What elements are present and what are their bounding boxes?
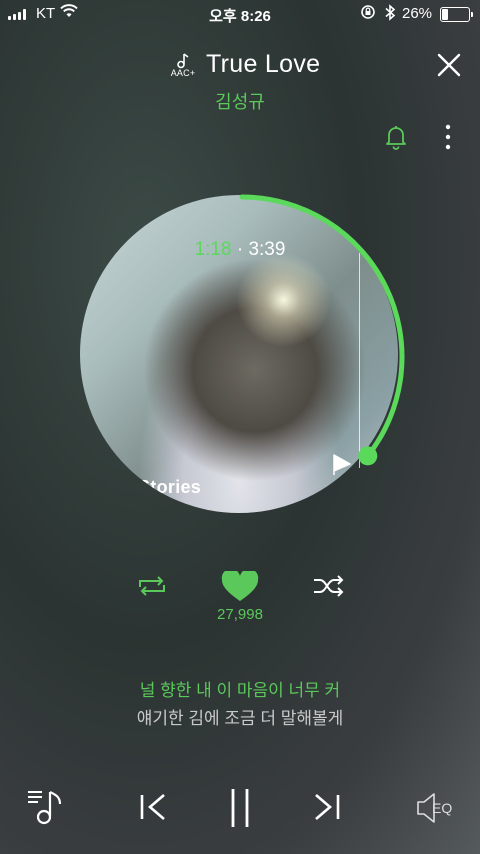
next-icon[interactable] [312, 792, 342, 822]
bluetooth-icon [384, 4, 396, 21]
previous-icon[interactable] [138, 792, 168, 822]
battery-icon [440, 7, 473, 22]
shuffle-icon[interactable] [312, 575, 346, 597]
status-bar: KT 오후 8:26 26% [0, 0, 480, 28]
heart-icon[interactable] [221, 571, 259, 603]
bell-icon[interactable] [384, 124, 408, 150]
song-title: True Love [206, 50, 321, 78]
repeat-icon[interactable] [136, 575, 168, 597]
album-disc[interactable]: Stories 1:18 · 3:39 [78, 193, 406, 521]
quality-badge: AAC+ [170, 68, 196, 78]
playlist-icon[interactable] [26, 786, 66, 826]
progress-ring[interactable] [78, 193, 406, 521]
aac-plus-icon: AAC+ [168, 52, 198, 78]
orientation-lock-icon [360, 4, 376, 20]
like-count: 27,998 [217, 606, 263, 623]
close-icon[interactable] [436, 52, 462, 78]
lyric-current-line[interactable]: 널 향한 내 이 마음이 너무 커 [0, 676, 480, 701]
battery-level [442, 9, 449, 20]
battery-percent: 26% [402, 5, 433, 22]
progress-knob[interactable] [358, 446, 378, 466]
pause-icon[interactable] [228, 788, 252, 828]
flag-icon [330, 451, 356, 477]
artist-name[interactable]: 김성규 [0, 88, 480, 114]
lyric-next-line[interactable]: 얘기한 김에 조금 더 말해볼게 [0, 704, 480, 729]
more-icon[interactable] [444, 124, 452, 150]
eq-label: EQ [432, 800, 453, 816]
progress-arc [239, 194, 405, 459]
